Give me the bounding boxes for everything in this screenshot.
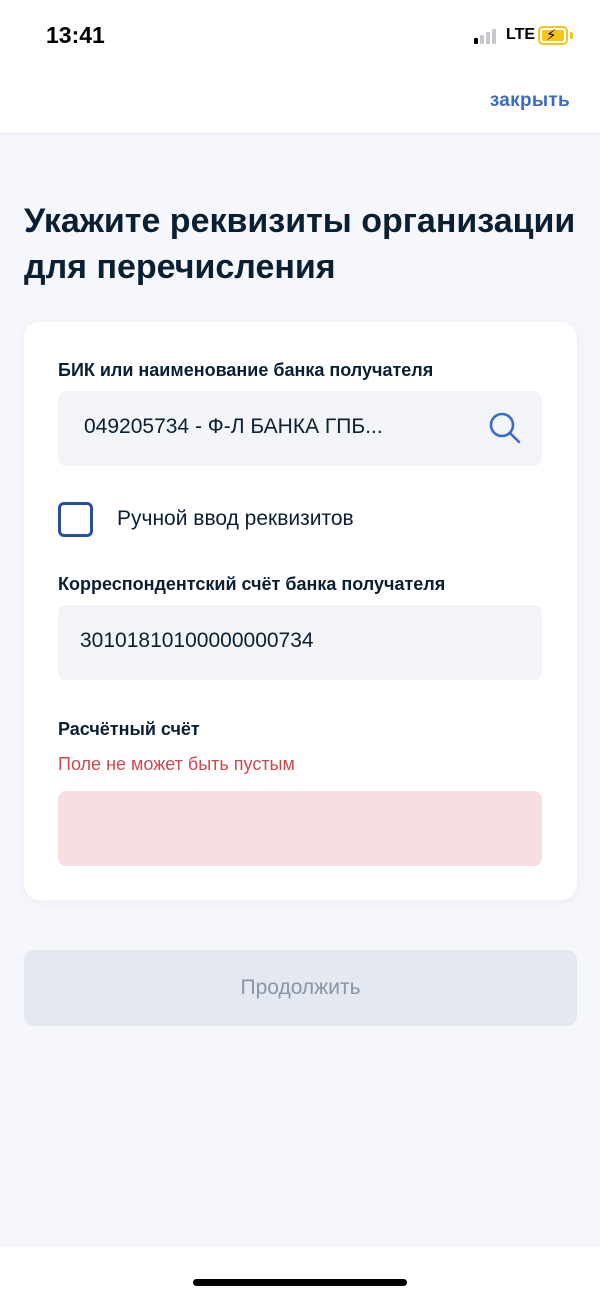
corr-account-input[interactable]: 30101810100000000734 xyxy=(58,605,542,680)
home-indicator[interactable] xyxy=(193,1279,407,1286)
status-bar: 13:41 LTE ⚡ xyxy=(0,0,600,72)
home-area xyxy=(0,1247,600,1297)
settlement-account-label: Расчётный счёт xyxy=(58,719,200,739)
close-button[interactable]: закрыть xyxy=(490,90,570,112)
status-time: 13:41 xyxy=(46,22,105,48)
nav-bar: закрыть xyxy=(0,72,600,134)
continue-button[interactable]: Продолжить xyxy=(24,950,577,1026)
corr-account-value: 30101810100000000734 xyxy=(80,629,314,652)
network-type: LTE xyxy=(506,26,536,43)
manual-entry-label[interactable]: Ручной ввод реквизитов xyxy=(117,507,354,531)
battery-nub xyxy=(570,32,573,39)
bank-search-input[interactable]: 049205734 - Ф-Л БАНКА ГПБ... xyxy=(58,391,542,466)
bank-search-value: 049205734 - Ф-Л БАНКА ГПБ... xyxy=(84,415,383,438)
page-title: Укажите реквизиты организации для перечи… xyxy=(24,202,576,286)
manual-entry-checkbox[interactable] xyxy=(58,502,93,537)
requisites-form-card: БИК или наименование банка получателя 04… xyxy=(24,322,577,900)
search-icon[interactable] xyxy=(488,411,522,445)
battery-charging-icon: ⚡ xyxy=(538,26,568,45)
signal-strength-icon xyxy=(474,28,500,44)
settlement-account-error: Поле не может быть пустым xyxy=(58,754,295,774)
bank-field-label: БИК или наименование банка получателя xyxy=(58,360,434,380)
settlement-account-input[interactable] xyxy=(58,791,542,866)
corr-account-label: Корреспондентский счёт банка получателя xyxy=(58,574,446,594)
